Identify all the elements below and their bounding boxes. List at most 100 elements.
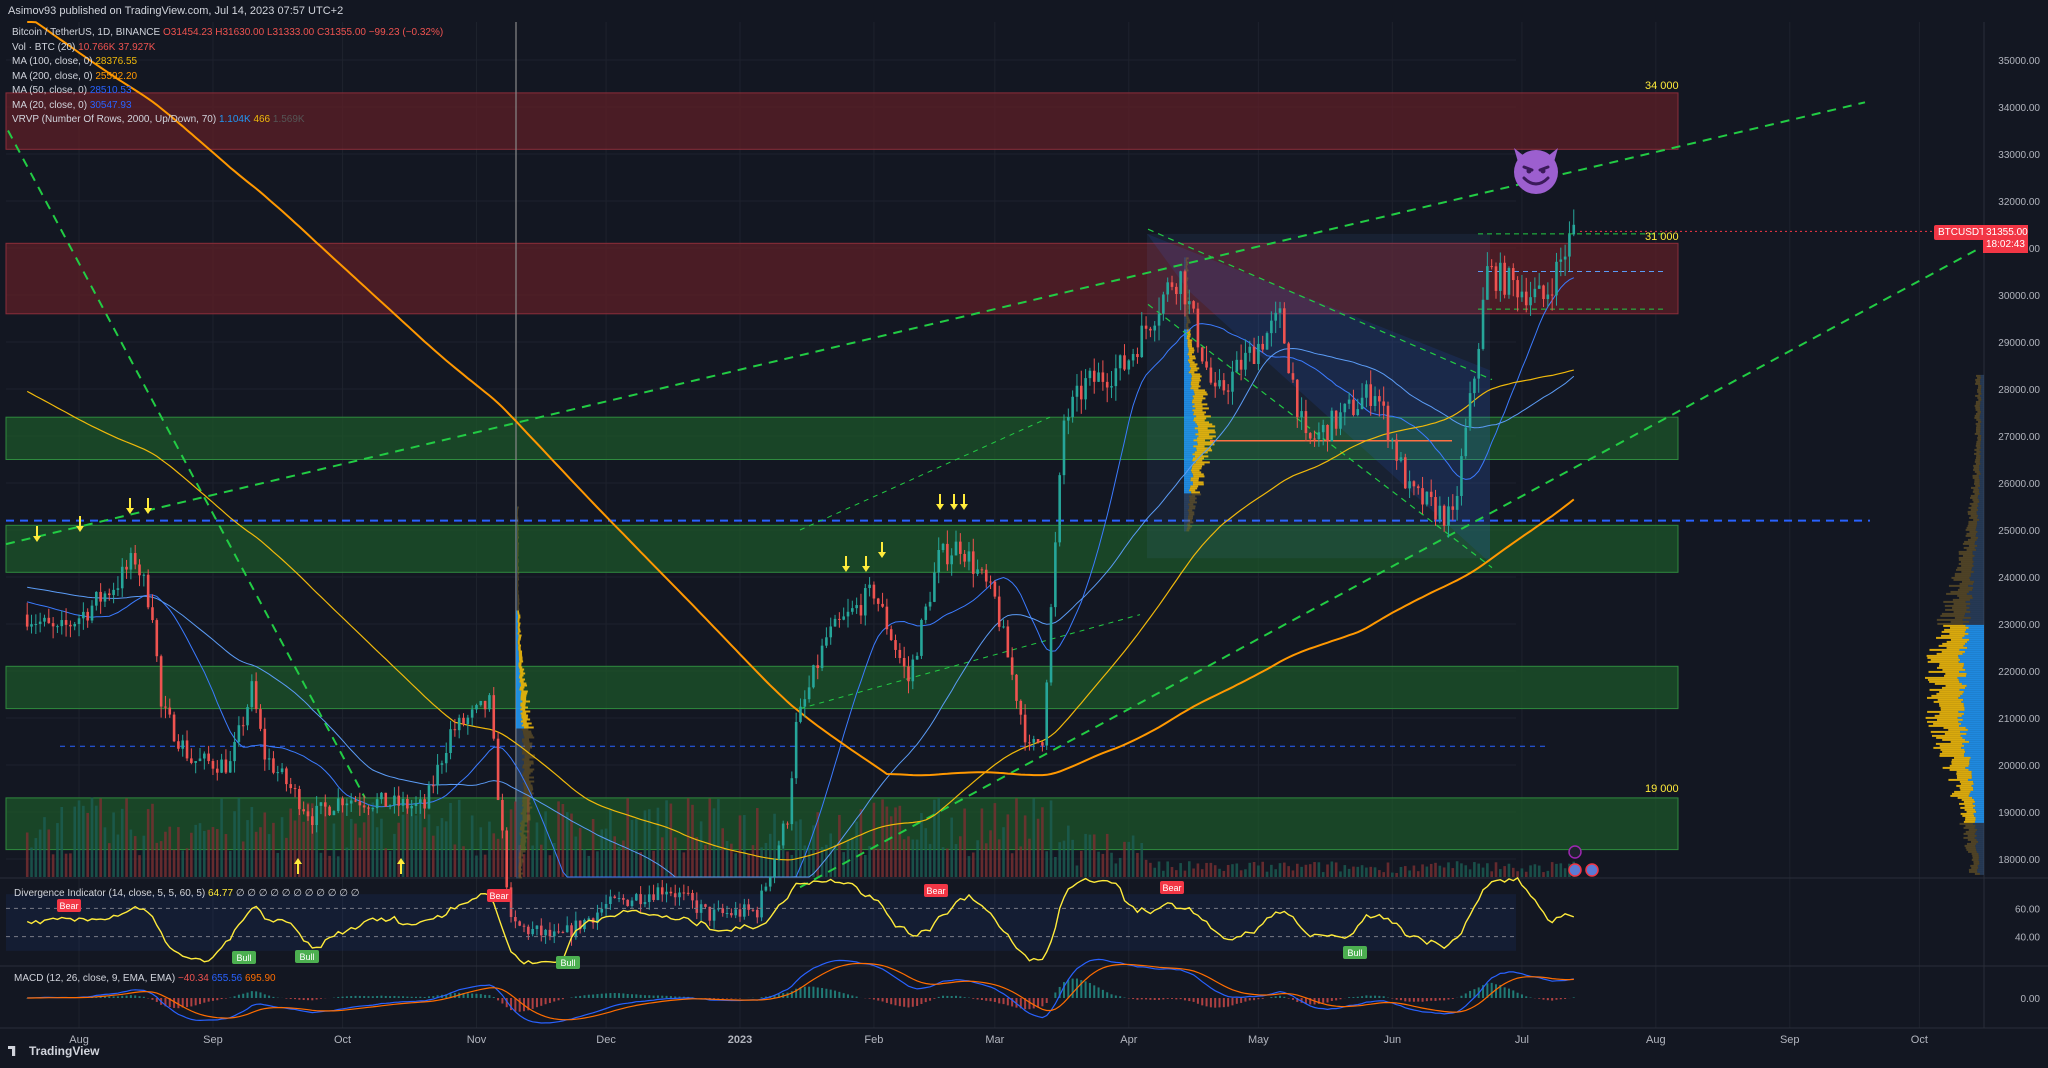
april-range-profile-down bbox=[1187, 341, 1192, 344]
visible-range-profile-down bbox=[1962, 814, 1975, 817]
april-range-profile-up bbox=[1184, 353, 1188, 356]
volume-bar bbox=[1403, 866, 1407, 877]
visible-range-profile-up bbox=[1964, 634, 1984, 637]
visible-range-profile-down bbox=[1959, 786, 1974, 789]
candle-down bbox=[980, 569, 984, 571]
april-range-profile-down bbox=[1188, 351, 1194, 354]
volume-bar bbox=[673, 837, 677, 877]
visible-range-profile-up bbox=[1958, 710, 1984, 713]
volume-bar bbox=[1356, 866, 1360, 877]
april-range-profile-down bbox=[1196, 437, 1213, 440]
april-range-profile-up bbox=[1184, 265, 1186, 268]
november-range-profile-up bbox=[516, 546, 518, 549]
price-chart[interactable]: BearBear Bear BearBull BullBullBull 35000.0… bbox=[0, 0, 2048, 1068]
april-range-profile-down bbox=[1193, 397, 1206, 400]
november-range-profile-up bbox=[516, 778, 522, 781]
volume-bar bbox=[1183, 870, 1187, 877]
visible-range-profile-down bbox=[1965, 528, 1976, 531]
april-range-profile-up bbox=[1184, 515, 1189, 518]
april-range-profile-down bbox=[1185, 323, 1189, 326]
candle-up bbox=[777, 845, 781, 860]
visible-range-profile-up bbox=[1965, 600, 1984, 603]
november-range-profile-up bbox=[516, 528, 518, 531]
volume-bar bbox=[1555, 863, 1558, 877]
macd-histogram-bar bbox=[1399, 998, 1402, 1001]
candle-down bbox=[816, 665, 820, 669]
macd-histogram-bar bbox=[825, 988, 828, 998]
visible-range-profile-down bbox=[1958, 562, 1973, 565]
april-range-profile-down bbox=[1191, 373, 1201, 376]
november-range-profile-down bbox=[516, 510, 518, 513]
november-range-profile-up bbox=[516, 688, 520, 691]
november-range-profile-up bbox=[516, 636, 519, 639]
visible-range-profile-down bbox=[1956, 776, 1972, 779]
candle-up bbox=[1274, 312, 1277, 321]
november-range-profile-up bbox=[516, 690, 522, 693]
candle-up bbox=[103, 593, 107, 602]
macd-histogram-bar bbox=[877, 998, 880, 1001]
volume-bar bbox=[570, 813, 573, 877]
visible-range-profile-down bbox=[1963, 820, 1975, 823]
november-range-profile-up bbox=[516, 514, 517, 517]
november-range-profile-down bbox=[524, 768, 535, 771]
candle-down bbox=[341, 798, 344, 806]
visible-range-profile-down bbox=[1973, 862, 1980, 865]
candle-up bbox=[1563, 256, 1567, 260]
volume-bar bbox=[82, 805, 85, 877]
april-range-profile-down bbox=[1190, 477, 1199, 480]
candle-up bbox=[246, 707, 249, 726]
april-range-profile-up bbox=[1184, 433, 1196, 436]
candle-down bbox=[1429, 491, 1433, 498]
april-range-profile-up bbox=[1184, 371, 1189, 374]
macd-histogram-bar bbox=[1175, 998, 1178, 1000]
candle-down bbox=[1196, 308, 1200, 348]
macd-label: MACD (12, 26, close, 9, EMA, EMA) bbox=[14, 973, 176, 984]
candle-up bbox=[90, 605, 94, 621]
visible-range-profile-down bbox=[1929, 688, 1960, 691]
volume-bar bbox=[1084, 833, 1087, 877]
november-range-profile-down bbox=[517, 506, 519, 509]
candle-down bbox=[984, 569, 988, 582]
candle-down bbox=[1490, 266, 1493, 268]
visible-range-profile-up bbox=[1970, 610, 1984, 613]
november-range-profile-down bbox=[521, 836, 528, 839]
april-range-profile-down bbox=[1186, 327, 1190, 330]
april-range-profile-up bbox=[1184, 499, 1190, 502]
visible-range-profile-up bbox=[1973, 798, 1984, 801]
visible-range-profile-down bbox=[1967, 838, 1977, 841]
visible-range-profile-down bbox=[1942, 642, 1966, 645]
visible-range-profile-down bbox=[1976, 418, 1981, 421]
macd-histogram-bar bbox=[583, 995, 586, 998]
visible-range-profile-up bbox=[1964, 706, 1984, 709]
april-range-profile-down bbox=[1196, 449, 1213, 452]
april-range-profile-up bbox=[1184, 411, 1194, 414]
volume-bar bbox=[1516, 871, 1519, 877]
visible-range-profile-up bbox=[1970, 578, 1984, 581]
visible-range-profile-down bbox=[1968, 850, 1977, 853]
november-range-profile-up bbox=[516, 854, 520, 857]
candle-up bbox=[855, 605, 858, 609]
visible-range-profile-up bbox=[1959, 648, 1984, 651]
visible-range-profile-up bbox=[1970, 616, 1984, 619]
macd-histogram-bar bbox=[829, 989, 832, 998]
visible-range-profile-up bbox=[1973, 560, 1984, 563]
november-range-profile-up bbox=[516, 552, 518, 555]
april-range-profile-down bbox=[1187, 353, 1192, 356]
november-range-profile-down bbox=[520, 708, 526, 711]
visible-range-profile-down bbox=[1977, 396, 1981, 399]
volume-bar bbox=[190, 832, 193, 877]
macd-histogram-bar bbox=[125, 995, 128, 998]
april-range-profile-down bbox=[1192, 483, 1204, 486]
november-range-profile-up bbox=[516, 696, 521, 699]
november-range-profile-down bbox=[517, 562, 519, 565]
visible-range-profile-down bbox=[1960, 560, 1974, 563]
volume-bar bbox=[181, 850, 185, 877]
visible-range-profile-down bbox=[1936, 618, 1963, 621]
macd-histogram-bar bbox=[1287, 998, 1290, 999]
volume-bar bbox=[708, 798, 712, 877]
volume-bar bbox=[1283, 862, 1286, 877]
macd-histogram-bar bbox=[1572, 997, 1575, 998]
november-range-profile-up bbox=[516, 562, 518, 565]
visible-range-profile-up bbox=[1966, 672, 1984, 675]
november-range-profile-up bbox=[516, 534, 518, 537]
